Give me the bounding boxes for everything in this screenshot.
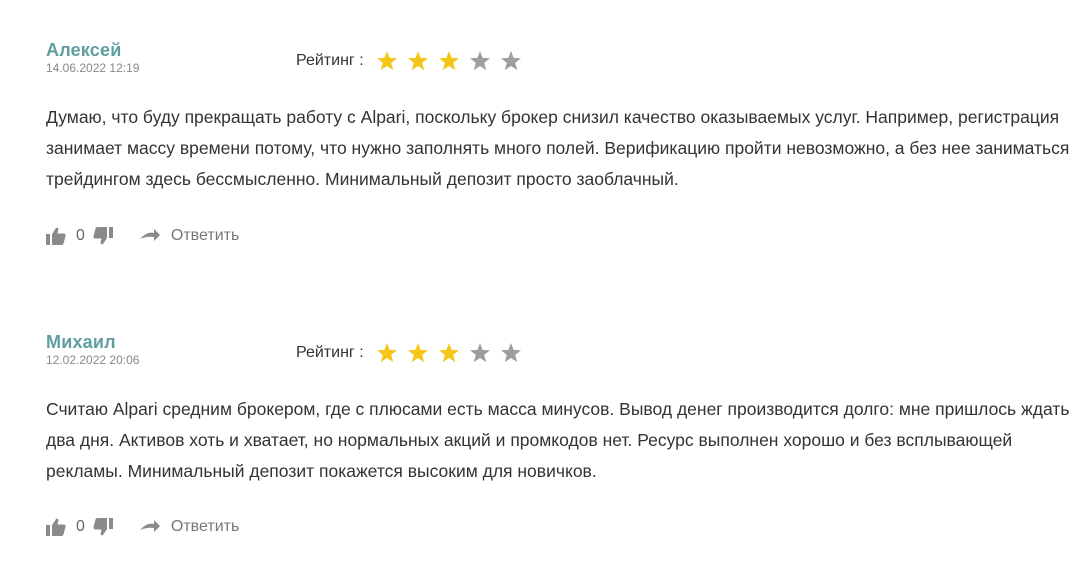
vote-count: 0 [76, 227, 85, 244]
reply-label: Ответить [170, 518, 240, 535]
comment-text: Думаю, что буду прекращать работу с Alpa… [46, 107, 1070, 189]
comment-text: Считаю Alpari средним брокером, где с пл… [46, 399, 1070, 481]
star-empty-icon [469, 50, 491, 72]
comment-date: 12.02.2022 20:06 [46, 353, 140, 367]
reply-arrow-icon [139, 229, 160, 241]
star-filled-icon [376, 50, 398, 72]
comment-author: Алексей [46, 40, 122, 60]
star-empty-icon [500, 342, 522, 364]
rating-stars [376, 50, 531, 72]
thumbs-up-icon [46, 518, 66, 536]
dislike-button[interactable] [93, 518, 113, 536]
thumbs-up-icon [46, 227, 66, 245]
comment-actions: 0 Ответить [46, 515, 239, 539]
reply-button[interactable]: Ответить [139, 518, 239, 536]
thumbs-down-icon [93, 227, 113, 245]
rating-label: Рейтинг : [296, 344, 364, 361]
reply-label: Ответить [170, 227, 240, 244]
like-button[interactable] [46, 227, 66, 245]
rating-stars [376, 342, 531, 364]
star-empty-icon [469, 342, 491, 364]
comment-date: 14.06.2022 12:19 [46, 61, 140, 75]
star-filled-icon [407, 342, 429, 364]
reply-arrow-icon [139, 520, 160, 532]
rating-label: Рейтинг : [296, 52, 364, 69]
star-filled-icon [438, 342, 460, 364]
comment-actions: 0 Ответить [46, 224, 239, 248]
like-button[interactable] [46, 518, 66, 536]
comment-author: Михаил [46, 332, 116, 352]
star-empty-icon [500, 50, 522, 72]
comment-rating: Рейтинг : [296, 46, 531, 76]
vote-count: 0 [76, 518, 85, 535]
star-filled-icon [376, 342, 398, 364]
star-filled-icon [407, 50, 429, 72]
reply-button[interactable]: Ответить [139, 227, 239, 245]
star-filled-icon [438, 50, 460, 72]
comment-rating: Рейтинг : [296, 338, 531, 368]
thumbs-down-icon [93, 518, 113, 536]
dislike-button[interactable] [93, 227, 113, 245]
